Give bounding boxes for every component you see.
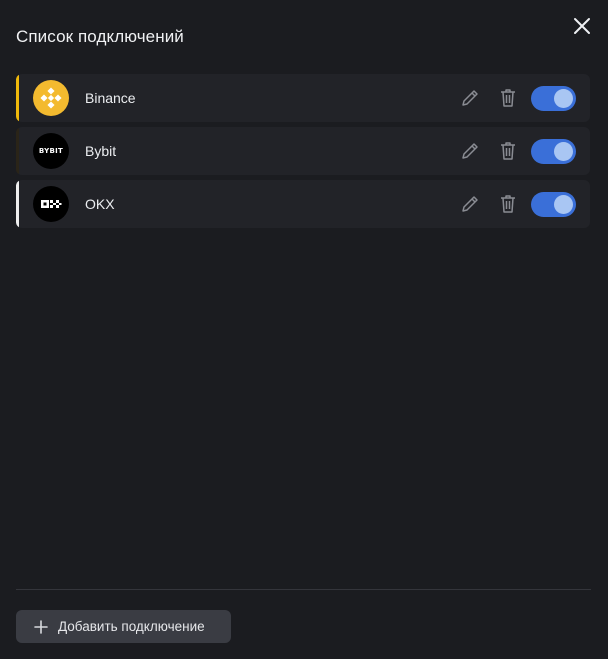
plus-icon	[34, 619, 48, 634]
enable-toggle[interactable]	[531, 86, 576, 111]
row-accent	[16, 180, 19, 228]
pencil-icon	[462, 143, 478, 159]
trash-icon	[501, 142, 515, 160]
edit-button[interactable]	[459, 140, 481, 162]
edit-button[interactable]	[459, 87, 481, 109]
binance-logo-icon	[33, 80, 69, 116]
trash-icon	[501, 195, 515, 213]
toggle-knob	[554, 89, 573, 108]
delete-button[interactable]	[498, 193, 518, 215]
add-connection-label: Добавить подключение	[58, 619, 205, 634]
close-icon	[574, 18, 590, 34]
edit-button[interactable]	[459, 193, 481, 215]
connection-name: Binance	[85, 90, 136, 106]
delete-button[interactable]	[498, 140, 518, 162]
okx-logo-icon	[33, 186, 69, 222]
pencil-icon	[462, 90, 478, 106]
connection-list: Binance BYBIT Bybit OKX	[16, 74, 590, 233]
toggle-knob	[554, 195, 573, 214]
add-connection-button[interactable]: Добавить подключение	[16, 610, 231, 643]
bybit-logo-icon: BYBIT	[33, 133, 69, 169]
delete-button[interactable]	[498, 87, 518, 109]
close-button[interactable]	[570, 14, 594, 38]
pencil-icon	[462, 196, 478, 212]
enable-toggle[interactable]	[531, 192, 576, 217]
connection-name: OKX	[85, 196, 115, 212]
page-title: Список подключений	[16, 27, 184, 46]
bybit-logo-text: BYBIT	[38, 147, 64, 155]
toggle-knob	[554, 142, 573, 161]
connection-row-bybit: BYBIT Bybit	[16, 127, 590, 175]
connection-row-okx: OKX	[16, 180, 590, 228]
footer-divider	[16, 589, 591, 590]
row-accent	[16, 74, 19, 122]
connection-row-binance: Binance	[16, 74, 590, 122]
connection-name: Bybit	[85, 143, 117, 159]
trash-icon	[501, 89, 515, 107]
row-accent	[16, 127, 19, 175]
enable-toggle[interactable]	[531, 139, 576, 164]
